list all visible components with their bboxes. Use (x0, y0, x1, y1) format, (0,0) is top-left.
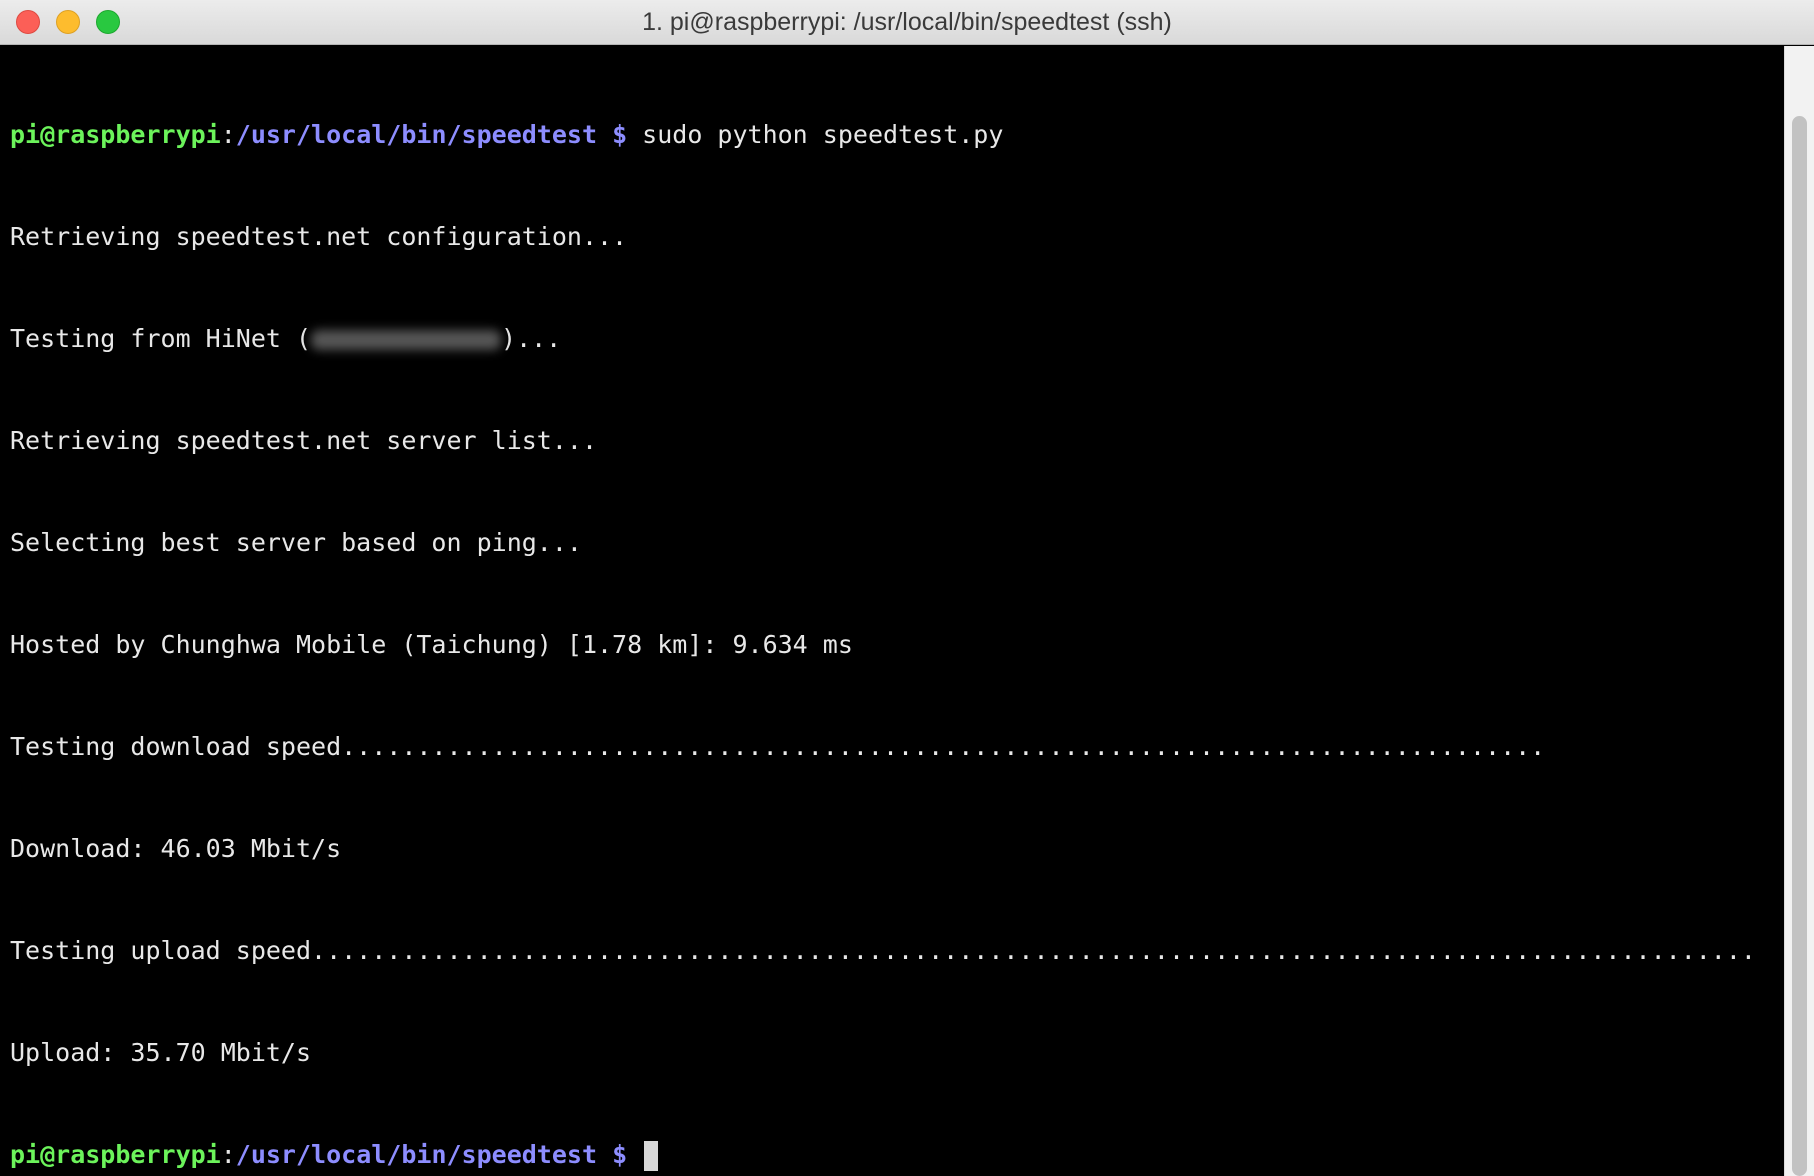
output-line-hosted: Hosted by Chunghwa Mobile (Taichung) [1.… (10, 630, 853, 659)
prompt-dollar: $ (597, 1140, 643, 1169)
prompt-user-host: pi@raspberrypi (10, 120, 221, 149)
redacted-ip-address (311, 330, 502, 350)
text-cursor (644, 1141, 659, 1171)
command-text: sudo python speedtest.py (642, 120, 1004, 149)
title-bar[interactable]: 1. pi@raspberrypi: /usr/local/bin/speedt… (0, 0, 1814, 45)
testing-from-prefix: Testing from HiNet ( (10, 324, 312, 353)
prompt-separator: : (220, 120, 236, 149)
scrollbar-thumb[interactable] (1792, 116, 1807, 1176)
output-line-server-list: Retrieving speedtest.net server list... (10, 426, 597, 455)
output-line-selecting: Selecting best server based on ping... (10, 528, 582, 557)
output-line-testing-upload: Testing upload speed....................… (10, 936, 1756, 965)
current-prompt-line[interactable]: pi@raspberrypi:/usr/local/bin/speedtest … (10, 1138, 1784, 1172)
prompt-separator: : (220, 1140, 236, 1169)
terminal-window: 1. pi@raspberrypi: /usr/local/bin/speedt… (0, 0, 1814, 1176)
testing-from-suffix: )... (501, 324, 562, 353)
prompt-path: /usr/local/bin/speedtest (235, 1140, 598, 1169)
prompt-user-host: pi@raspberrypi (10, 1140, 221, 1169)
window-title: 1. pi@raspberrypi: /usr/local/bin/speedt… (642, 8, 1172, 36)
output-line-testing-from: Testing from HiNet ()... (10, 322, 1784, 356)
command-line: pi@raspberrypi:/usr/local/bin/speedtest … (10, 118, 1784, 152)
output-line-upload-result: Upload: 35.70 Mbit/s (10, 1038, 312, 1067)
vertical-scrollbar[interactable] (1784, 46, 1814, 1176)
output-line-testing-download: Testing download speed..................… (10, 732, 1546, 761)
output-line-download-result: Download: 46.03 Mbit/s (10, 834, 342, 863)
prompt-path: /usr/local/bin/speedtest (235, 120, 598, 149)
output-line-config: Retrieving speedtest.net configuration..… (10, 222, 628, 251)
prompt-dollar: $ (597, 120, 643, 149)
terminal-output[interactable]: pi@raspberrypi:/usr/local/bin/speedtest … (0, 46, 1784, 1176)
